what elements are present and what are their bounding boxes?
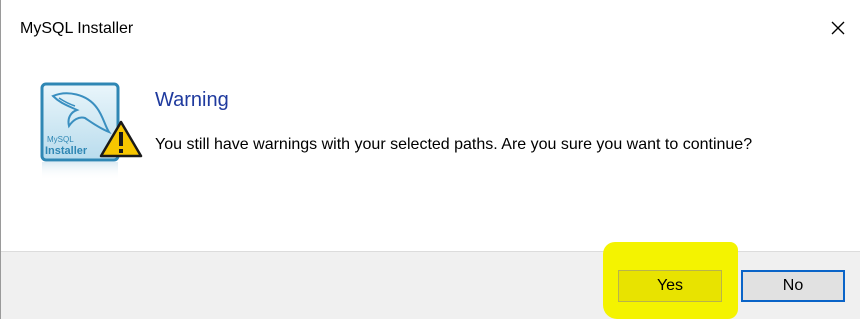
dialog-heading: Warning xyxy=(155,89,229,111)
dialog-message: You still have warnings with your select… xyxy=(155,136,753,153)
yes-button[interactable]: Yes xyxy=(618,270,722,302)
mysql-installer-warning-icon: MySQL Installer xyxy=(39,82,143,182)
no-button[interactable]: No xyxy=(741,270,845,302)
window-title: MySQL Installer xyxy=(20,20,134,37)
icon-mysql-text: MySQL xyxy=(47,135,74,144)
title-bar[interactable]: MySQL Installer xyxy=(1,0,860,58)
mysql-installer-dialog: MySQL Installer MySQL Installer Warning … xyxy=(0,0,860,319)
icon-installer-text: Installer xyxy=(45,145,88,157)
close-button[interactable] xyxy=(822,12,854,44)
close-icon xyxy=(831,21,845,35)
